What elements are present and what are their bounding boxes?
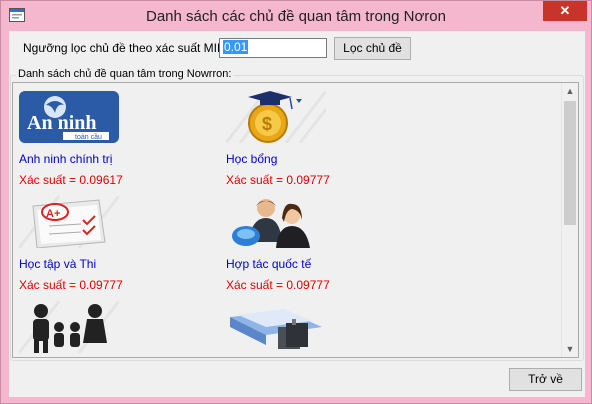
topic-probability: Xác suất = 0.09777 [226, 278, 330, 292]
topic-probability: Xác suất = 0.09617 [19, 173, 123, 187]
scroll-thumb[interactable] [564, 101, 576, 225]
business-people-globe-icon [232, 199, 310, 248]
topic-probability: Xác suất = 0.09777 [19, 278, 123, 292]
app-icon [9, 8, 25, 22]
scroll-down-icon[interactable]: ▼ [562, 341, 578, 357]
topic-name[interactable]: Anh ninh chính trị [19, 152, 219, 166]
close-button[interactable]: ✕ [543, 1, 587, 21]
back-button[interactable]: Trở về [509, 368, 582, 391]
topic-name[interactable]: Hợp tác quốc tế [226, 257, 426, 271]
topic-name[interactable]: Học tập và Thi [19, 257, 219, 271]
groupbox-caption: Danh sách chủ đề quan tâm trong Nowrron: [16, 68, 234, 80]
logo-title: An ninh [27, 112, 97, 134]
logo-subtitle: toàn cầu [75, 132, 102, 141]
grade-mark: A+ [46, 208, 60, 220]
filter-button[interactable]: Lọc chủ đề [334, 37, 411, 60]
scroll-up-icon[interactable]: ▲ [562, 83, 578, 99]
topics-panel[interactable]: An ninh toàn cầu Anh ninh chính trị Xác … [12, 82, 579, 358]
folders-icon [230, 309, 322, 349]
topic-card[interactable]: $ Học bổng Xác suất = 0.09777 [224, 90, 426, 187]
svg-text:$: $ [262, 114, 272, 134]
topic-name[interactable]: Học bổng [226, 152, 426, 166]
topic-card[interactable] [17, 300, 219, 357]
exam-paper-icon: A+ [17, 195, 121, 249]
topic-card[interactable]: A+ Học tập và Thi Xác suất = 0.09777 [17, 195, 219, 292]
scholarship-coin-icon: $ [224, 90, 328, 144]
security-news-logo-icon: An ninh toàn cầu [19, 91, 119, 143]
topic-probability: Xác suất = 0.09777 [226, 173, 330, 187]
threshold-value: 0.01 [223, 40, 249, 54]
window-title: Danh sách các chủ đề quan tâm trong Nơro… [145, 8, 446, 25]
topic-card[interactable]: Hợp tác quốc tế Xác suất = 0.09777 [226, 196, 426, 292]
title-bar[interactable]: Danh sách các chủ đề quan tâm trong Nơro… [1, 1, 591, 31]
family-icon [17, 300, 121, 354]
client-area: Ngưỡng lọc chủ đề theo xác suất MIN: 0.0… [9, 31, 585, 397]
topic-card[interactable]: An ninh toàn cầu Anh ninh chính trị Xác … [19, 91, 219, 187]
topic-card[interactable] [226, 301, 426, 357]
threshold-input[interactable]: 0.01 [219, 38, 327, 58]
vertical-scrollbar[interactable]: ▲ ▼ [561, 83, 578, 357]
main-window: Danh sách các chủ đề quan tâm trong Nơro… [0, 0, 592, 404]
threshold-label: Ngưỡng lọc chủ đề theo xác suất MIN: [23, 41, 230, 55]
